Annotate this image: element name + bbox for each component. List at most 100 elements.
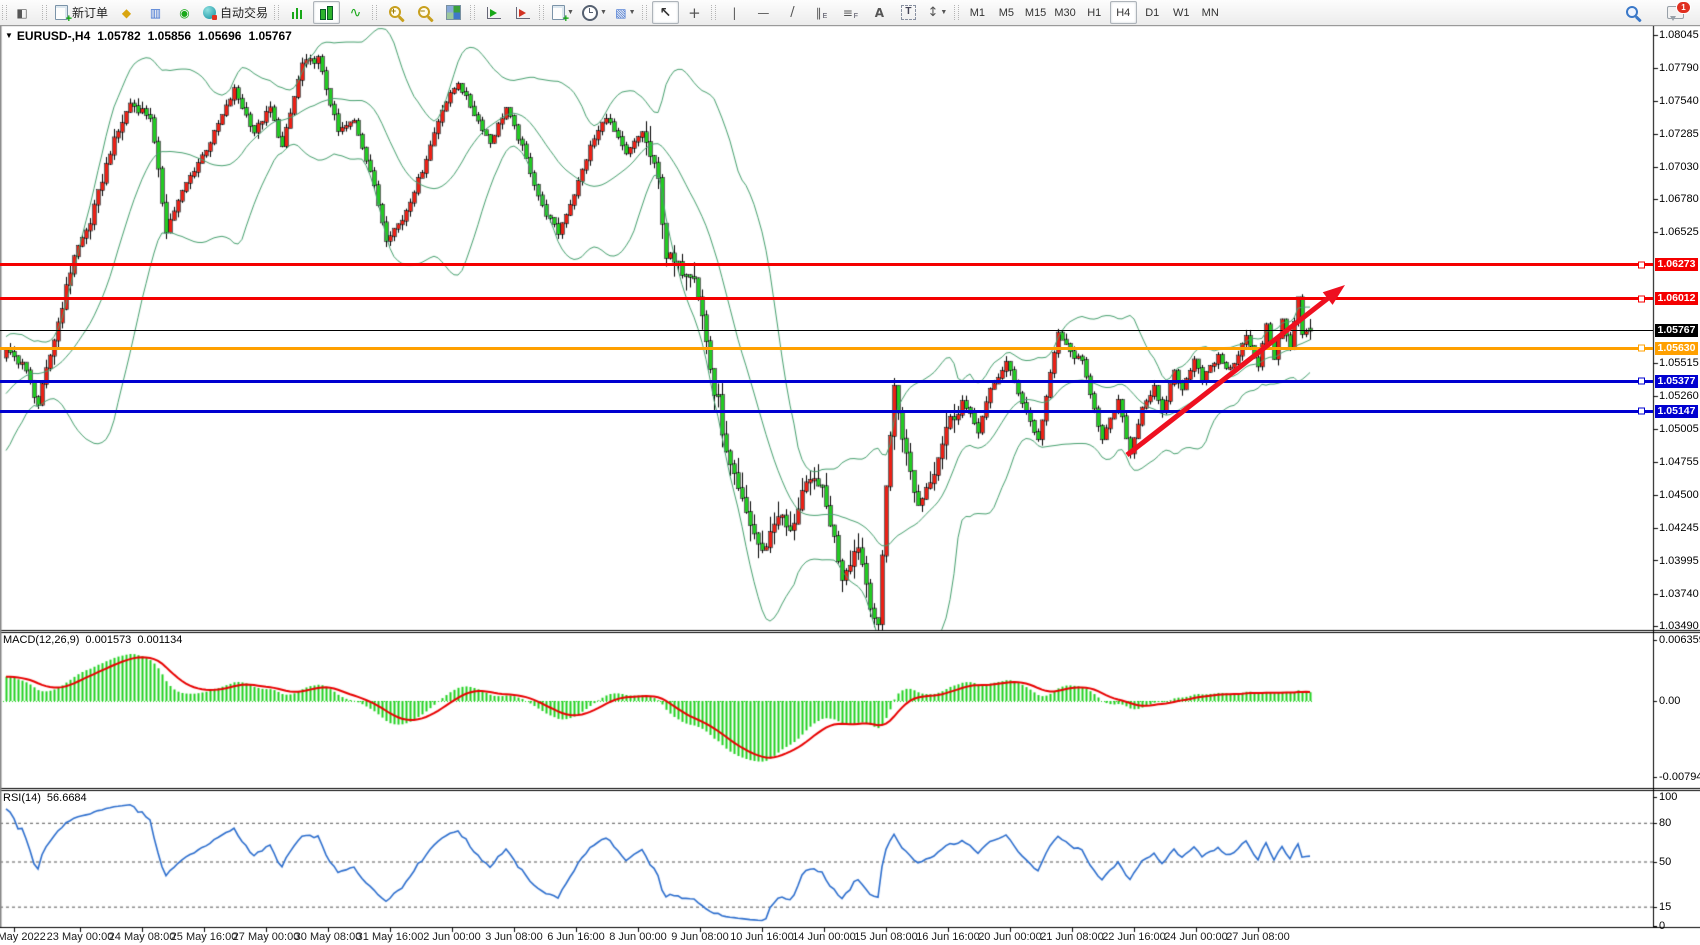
tile-windows-button[interactable] <box>440 1 467 24</box>
scroll-group <box>468 0 537 25</box>
vertical-line-tool-button[interactable]: | <box>721 1 748 24</box>
line-end-marker <box>1638 378 1645 385</box>
timeframe-w1-button[interactable]: W1 <box>1168 1 1195 24</box>
zoom-out-icon: − <box>417 5 433 21</box>
new-order-button[interactable]: +新订单 <box>52 1 111 24</box>
equidistant-channel-icon: ∥E <box>816 6 828 20</box>
time-axis-label: 25 May 16:00 <box>171 931 238 943</box>
line-end-marker <box>1638 408 1645 415</box>
timeframe-m5-button[interactable]: M5 <box>993 1 1020 24</box>
line-chart-icon: ∿ <box>350 6 362 20</box>
rsi-axis-tick: 0 <box>1659 920 1665 932</box>
signals-button[interactable]: ◉ <box>171 1 198 24</box>
autotrading-button[interactable]: 自动交易 <box>200 1 271 24</box>
notifications-button[interactable]: 1 <box>1662 1 1689 24</box>
timeframe-m15-button-label: M15 <box>1025 7 1046 19</box>
timeframe-d1-button[interactable]: D1 <box>1139 1 1166 24</box>
toolbar-grip <box>2 5 7 20</box>
time-axis-label: 6 Jun 16:00 <box>547 931 605 943</box>
support-line-blue-1[interactable] <box>0 380 1653 383</box>
timeframe-h1-button[interactable]: H1 <box>1081 1 1108 24</box>
ohlc-low: 1.05696 <box>198 29 241 43</box>
ohlc-high: 1.05856 <box>148 29 191 43</box>
auto-scroll-button[interactable] <box>480 1 507 24</box>
current-price-line[interactable] <box>0 330 1653 331</box>
cursor-tool-button[interactable]: ↖ <box>652 1 679 24</box>
chart-shift-button[interactable] <box>509 1 536 24</box>
rsi-value: 56.6684 <box>47 792 87 804</box>
macd-axis-tick: -0.007949 <box>1659 771 1700 783</box>
arrows-tool-button[interactable]: ↕▼ <box>924 1 951 24</box>
market-watch-button[interactable]: ▥ <box>142 1 169 24</box>
timeframe-m15-button[interactable]: M15 <box>1022 1 1049 24</box>
timeframe-mn-button[interactable]: MN <box>1197 1 1224 24</box>
time-axis-label: 27 Jun 08:00 <box>1226 931 1290 943</box>
search-icon <box>1625 5 1641 21</box>
symbol-dropdown-icon[interactable]: ▼ <box>5 31 13 40</box>
timeframe-h1-button-label: H1 <box>1087 7 1101 19</box>
price-axis-tick: 1.07030 <box>1659 161 1699 173</box>
tile-windows-icon <box>446 5 461 20</box>
gold-button[interactable]: ◆ <box>113 1 140 24</box>
periods-icon <box>582 5 598 21</box>
templates-button[interactable]: ▧▼ <box>612 1 639 24</box>
notifications-icon: 1 <box>1667 6 1684 19</box>
autotrading-icon <box>203 6 216 19</box>
trendline-icon: / <box>790 6 794 20</box>
time-axis-label: 21 Jun 08:00 <box>1040 931 1104 943</box>
time-axis-label: 14 Jun 00:00 <box>792 931 856 943</box>
zoom-in-button[interactable]: + <box>382 1 409 24</box>
rsi-indicator-label: RSI(14)56.6684 <box>3 792 93 804</box>
signals-icon: ◉ <box>179 6 189 20</box>
timeframe-w1-button-label: W1 <box>1173 7 1190 19</box>
timeframe-h4-button[interactable]: H4 <box>1110 1 1137 24</box>
arrows-icon: ↕ <box>927 6 938 20</box>
horizontal-line-tool-button[interactable]: — <box>750 1 777 24</box>
toolbar-grip <box>274 5 279 20</box>
trendline-tool-button[interactable]: / <box>779 1 806 24</box>
toolbar-grip <box>470 5 475 20</box>
clipped-group: ◧ <box>0 0 40 25</box>
price-axis-tick: 1.08045 <box>1659 29 1699 41</box>
insert-group: +▼▼▧▼ <box>537 0 640 25</box>
zoom-out-button[interactable]: − <box>411 1 438 24</box>
search-button[interactable] <box>1619 1 1646 24</box>
time-axis-label: 15 Jun 08:00 <box>854 931 918 943</box>
timeframe-m30-button[interactable]: M30 <box>1051 1 1078 24</box>
time-axis-label: 16 Jun 16:00 <box>916 931 980 943</box>
timeframe-m1-button[interactable]: M1 <box>964 1 991 24</box>
resistance-line-2[interactable] <box>0 297 1653 300</box>
price-axis-tick: 1.03740 <box>1659 588 1699 600</box>
text-icon: A <box>875 6 884 20</box>
fibonacci-tool-button[interactable]: ≡F <box>837 1 864 24</box>
equidistant-channel-tool-button[interactable]: ∥E <box>808 1 835 24</box>
line-chart-button[interactable]: ∿ <box>342 1 369 24</box>
clipped-toolbar-button[interactable]: ◧ <box>12 1 39 24</box>
indicators-icon: + <box>552 5 565 20</box>
line-end-marker <box>1638 295 1645 302</box>
support-line-blue-2[interactable] <box>0 410 1653 413</box>
resistance-line-1[interactable] <box>0 263 1653 266</box>
price-axis-tick: 1.05260 <box>1659 390 1699 402</box>
indicators-button[interactable]: +▼ <box>549 1 577 24</box>
bar-chart-button[interactable] <box>284 1 311 24</box>
macd-axis-tick: 0.006359 <box>1659 634 1700 646</box>
price-axis-tick: 1.05005 <box>1659 423 1699 435</box>
price-axis-tick: 1.07285 <box>1659 128 1699 140</box>
ohlc-open: 1.05782 <box>97 29 140 43</box>
candlestick-button[interactable] <box>313 1 340 24</box>
time-axis-label: 10 Jun 16:00 <box>730 931 794 943</box>
price-chart-canvas[interactable] <box>0 0 1700 945</box>
chart-title: ▼EURUSD-,H41.057821.058561.056961.05767 <box>5 29 292 43</box>
toolbar-grip <box>42 5 47 20</box>
crosshair-tool-button[interactable]: + <box>681 1 708 24</box>
zoom-in-icon: + <box>388 5 404 21</box>
support-line-orange[interactable] <box>0 347 1653 350</box>
time-axis-label: 2 Jun 00:00 <box>423 931 481 943</box>
toolbar-grip <box>372 5 377 20</box>
timeframe-m5-button-label: M5 <box>999 7 1014 19</box>
text-tool-button[interactable]: A <box>866 1 893 24</box>
text-label-tool-button[interactable]: T <box>895 1 922 24</box>
candlestick-icon <box>320 6 334 20</box>
periods-button[interactable]: ▼ <box>579 1 610 24</box>
